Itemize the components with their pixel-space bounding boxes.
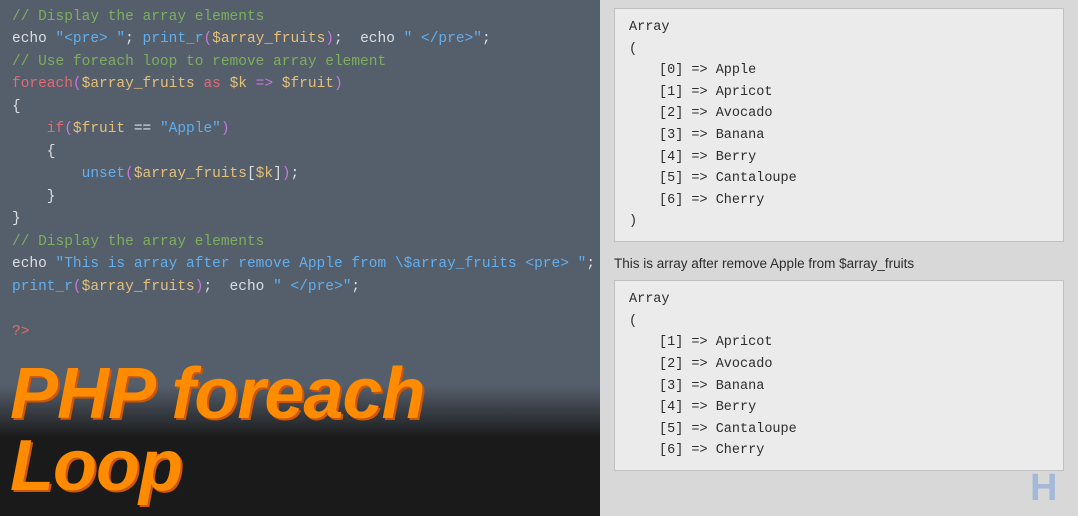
code-token: ( xyxy=(73,76,82,92)
code-token: $array_fruits xyxy=(134,166,247,182)
code-token: " </pre>" xyxy=(273,279,351,295)
code-token: ( xyxy=(73,279,82,295)
code-token: } xyxy=(12,211,21,227)
code-line xyxy=(12,298,588,320)
code-line: // Display the array elements xyxy=(12,231,588,253)
code-token: ?> xyxy=(12,324,29,340)
code-token: // Display the array elements xyxy=(12,234,264,250)
code-token: echo xyxy=(12,256,56,272)
code-token: ; xyxy=(290,166,299,182)
array1-item: [5] => Cantaloupe xyxy=(659,168,1049,190)
array1-items: [0] => Apple[1] => Apricot[2] => Avocado… xyxy=(629,60,1049,211)
code-token: ; xyxy=(482,31,491,47)
code-line: foreach($array_fruits as $k => $fruit) xyxy=(12,73,588,95)
code-token: as xyxy=(195,76,230,92)
array2-item: [3] => Banana xyxy=(659,376,1049,398)
code-line: ?> xyxy=(12,321,588,343)
code-line: { xyxy=(12,96,588,118)
array2-items: [1] => Apricot[2] => Avocado[3] => Banan… xyxy=(629,332,1049,462)
code-line: } xyxy=(12,208,588,230)
code-token: $k xyxy=(230,76,247,92)
code-token: print_r xyxy=(12,279,73,295)
code-token: "Apple" xyxy=(160,121,221,137)
array2-item: [4] => Berry xyxy=(659,397,1049,419)
code-token: $fruit xyxy=(282,76,334,92)
array1-item: [2] => Avocado xyxy=(659,103,1049,125)
code-line: unset($array_fruits[$k]); xyxy=(12,163,588,185)
code-line: echo "<pre> "; print_r($array_fruits); e… xyxy=(12,28,588,50)
code-token: ; echo xyxy=(203,279,273,295)
code-panel: // Display the array elements echo "<pre>… xyxy=(0,0,600,516)
array2-item: [1] => Apricot xyxy=(659,332,1049,354)
array1-item: [6] => Cherry xyxy=(659,190,1049,212)
code-token: ; xyxy=(586,256,595,272)
code-token: [ xyxy=(247,166,256,182)
watermark: H xyxy=(1028,466,1070,508)
code-token: => xyxy=(247,76,282,92)
code-token: "<pre> " xyxy=(56,31,126,47)
code-token: $array_fruits xyxy=(212,31,325,47)
code-line: print_r($array_fruits); echo " </pre>"; xyxy=(12,276,588,298)
code-token: // Use foreach loop to remove array elem… xyxy=(12,54,386,70)
page-title: PHP foreach Loop xyxy=(10,358,600,502)
code-token: $array_fruits xyxy=(82,279,195,295)
array1-header: Array xyxy=(629,17,1049,39)
code-line: } xyxy=(12,186,588,208)
array2-item: [2] => Avocado xyxy=(659,354,1049,376)
code-token: unset xyxy=(12,166,125,182)
code-token: { xyxy=(12,144,56,160)
array1-open: ( xyxy=(629,39,1049,61)
array1-close: ) xyxy=(629,211,1049,233)
code-token: $fruit xyxy=(73,121,125,137)
code-line: if($fruit == "Apple") xyxy=(12,118,588,140)
code-token: ) xyxy=(334,76,343,92)
code-token: == xyxy=(125,121,160,137)
code-lines: // Display the array elements echo "<pre>… xyxy=(12,6,588,343)
code-token: { xyxy=(12,99,21,115)
output-message: This is array after remove Apple from $a… xyxy=(614,254,1064,274)
array2-header: Array xyxy=(629,289,1049,311)
array1-item: [0] => Apple xyxy=(659,60,1049,82)
code-token: "This is array after remove Apple from \… xyxy=(56,256,587,272)
code-token: ( xyxy=(125,166,134,182)
array1-item: [1] => Apricot xyxy=(659,82,1049,104)
code-token: ; echo xyxy=(334,31,404,47)
code-token: ( xyxy=(64,121,73,137)
code-token: ( xyxy=(203,31,212,47)
code-token: ] xyxy=(273,166,282,182)
code-token: print_r xyxy=(143,31,204,47)
array2-open: ( xyxy=(629,311,1049,333)
code-token: // Display the array elements xyxy=(12,9,264,25)
array2-output: Array ( [1] => Apricot[2] => Avocado[3] … xyxy=(614,280,1064,471)
code-token: ; xyxy=(125,31,142,47)
title-overlay: PHP foreach Loop xyxy=(0,386,600,516)
code-token: ) xyxy=(325,31,334,47)
code-line: { xyxy=(12,141,588,163)
code-token: ) xyxy=(221,121,230,137)
code-token: } xyxy=(12,189,56,205)
main-container: // Display the array elements echo "<pre>… xyxy=(0,0,1078,516)
svg-text:H: H xyxy=(1030,467,1057,508)
code-token: " </pre>" xyxy=(404,31,482,47)
array1-item: [3] => Banana xyxy=(659,125,1049,147)
array1-output: Array ( [0] => Apple[1] => Apricot[2] =>… xyxy=(614,8,1064,242)
code-token: ; xyxy=(351,279,360,295)
code-token: $k xyxy=(256,166,273,182)
array2-item: [5] => Cantaloupe xyxy=(659,419,1049,441)
code-line: // Use foreach loop to remove array elem… xyxy=(12,51,588,73)
code-token: $array_fruits xyxy=(82,76,195,92)
code-line: echo "This is array after remove Apple f… xyxy=(12,253,588,275)
code-token: foreach xyxy=(12,76,73,92)
code-line: // Display the array elements xyxy=(12,6,588,28)
code-token: if xyxy=(12,121,64,137)
code-token: echo xyxy=(12,31,56,47)
array2-item: [6] => Cherry xyxy=(659,440,1049,462)
array1-item: [4] => Berry xyxy=(659,147,1049,169)
output-panel: Array ( [0] => Apple[1] => Apricot[2] =>… xyxy=(600,0,1078,516)
